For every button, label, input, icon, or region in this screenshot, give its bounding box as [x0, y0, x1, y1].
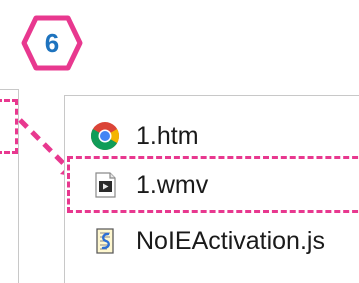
- script-file-icon: [90, 226, 120, 256]
- chrome-icon: [90, 121, 120, 151]
- file-item-htm[interactable]: 1.htm: [90, 116, 199, 156]
- tutorial-screenshot: 6 1.htm 1.wmv NoIEActivation.js: [0, 0, 359, 283]
- file-item-js[interactable]: NoIEActivation.js: [90, 221, 325, 261]
- drop-target-highlight: [67, 156, 359, 213]
- file-name: NoIEActivation.js: [136, 226, 325, 255]
- file-name: 1.htm: [136, 121, 199, 150]
